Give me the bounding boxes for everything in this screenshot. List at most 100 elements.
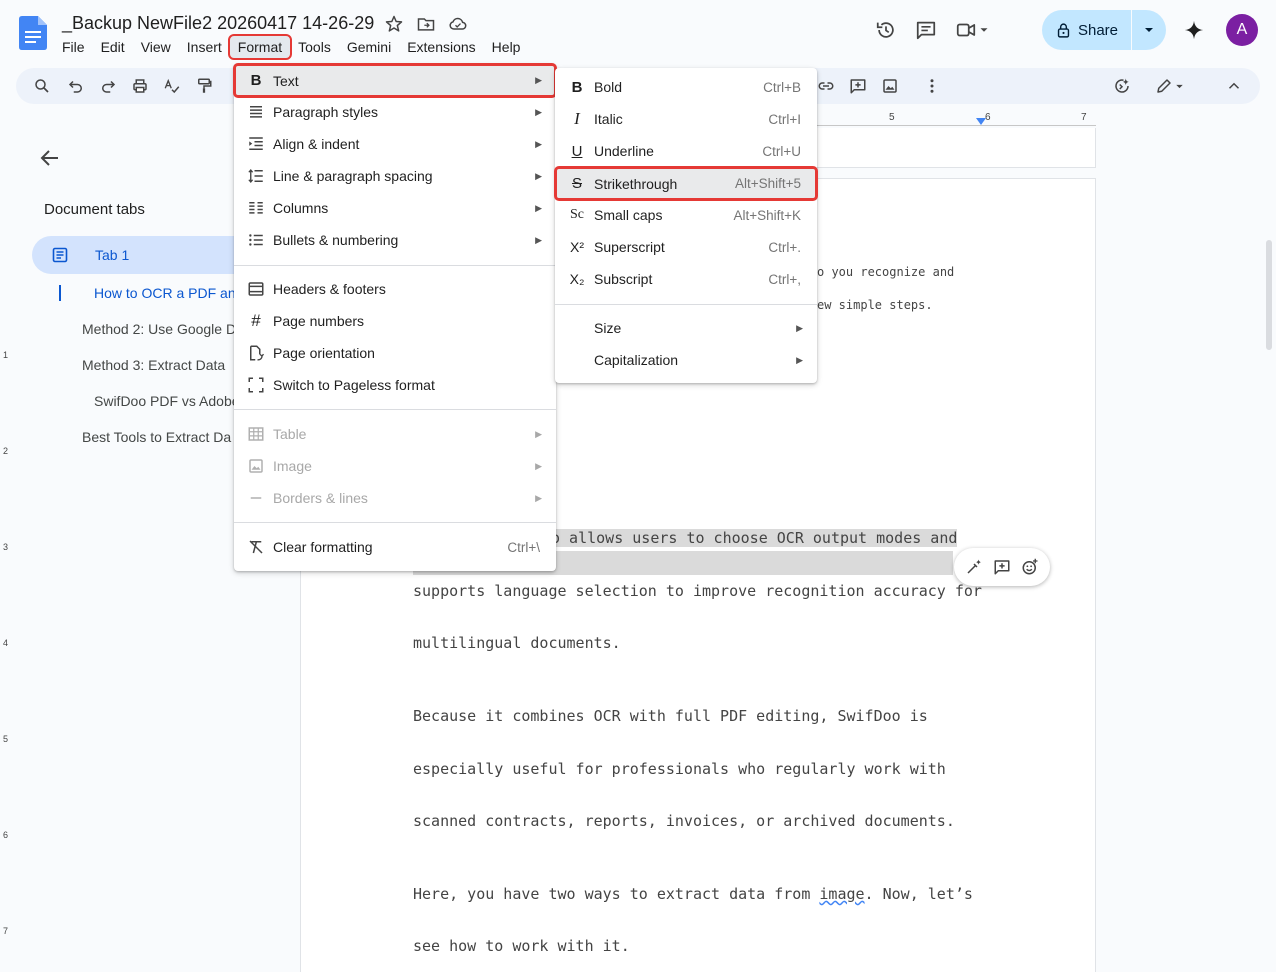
insert-image-button[interactable] [878, 74, 902, 98]
gemini-refine-button[interactable] [1110, 74, 1134, 98]
emoji-reaction-icon[interactable] [1021, 558, 1039, 576]
text-menu-italic[interactable]: I Italic Ctrl+I [555, 103, 817, 135]
text-menu-size[interactable]: Size ▶ [555, 312, 817, 344]
menu-view[interactable]: View [133, 36, 179, 58]
help-me-write-icon[interactable] [965, 558, 983, 576]
text-menu-bold[interactable]: B Bold Ctrl+B [555, 71, 817, 103]
submenu-arrow-icon: ▶ [796, 322, 803, 333]
hash-icon: # [251, 311, 261, 330]
share-label: Share [1077, 21, 1119, 39]
undo-button[interactable] [64, 74, 88, 98]
document-title[interactable]: _Backup NewFile2 20260417 14-26-29 [62, 13, 374, 34]
format-menu-pageless[interactable]: Switch to Pageless format [234, 369, 556, 401]
format-menu: B Text ▶ Paragraph styles ▶ Align & inde… [233, 63, 557, 571]
share-options-button[interactable] [1132, 10, 1166, 50]
outline-item[interactable]: SwifDoo PDF vs Adobe [94, 393, 256, 409]
back-arrow-icon[interactable] [38, 146, 62, 170]
spelling-suggestion[interactable]: image [819, 885, 864, 903]
meet-button[interactable] [946, 10, 1000, 50]
spelling-check-button[interactable] [160, 74, 184, 98]
paint-format-icon [198, 78, 212, 93]
outline-item[interactable]: How to OCR a PDF and [94, 285, 256, 301]
vertical-ruler[interactable]: 1 2 3 4 5 6 7 [0, 128, 16, 972]
format-menu-bullets-numbering[interactable]: Bullets & numbering ▶ [234, 224, 556, 256]
outline-active-indicator [59, 285, 61, 301]
add-comment-icon[interactable] [993, 558, 1011, 576]
format-menu-clear-formatting[interactable]: Clear formatting Ctrl+\ [234, 531, 556, 563]
title-bar: _Backup NewFile2 20260417 14-26-29 File … [0, 0, 1276, 64]
menu-insert[interactable]: Insert [179, 36, 230, 58]
paint-format-button[interactable] [192, 74, 216, 98]
line-spacing-icon [246, 166, 266, 186]
insert-link-button[interactable] [814, 74, 838, 98]
format-menu-paragraph-styles[interactable]: Paragraph styles ▶ [234, 96, 556, 128]
shortcut-label: Ctrl+I [768, 111, 801, 127]
share-button[interactable]: Share [1042, 10, 1166, 50]
paragraph-styles-icon [246, 102, 266, 122]
text-menu-superscript[interactable]: X² Superscript Ctrl+. [555, 231, 817, 263]
hide-menus-button[interactable] [1222, 74, 1246, 98]
search-icon [35, 79, 49, 93]
add-comment-button[interactable] [846, 74, 870, 98]
move-folder-icon[interactable] [416, 14, 436, 34]
format-menu-align-indent[interactable]: Align & indent ▶ [234, 128, 556, 160]
outline-item[interactable]: Method 2: Use Google D [82, 321, 256, 337]
submenu-arrow-icon: ▶ [535, 428, 542, 439]
submenu-arrow-icon: ▶ [535, 202, 542, 213]
print-button[interactable] [128, 74, 152, 98]
ruler-mark: 7 [1081, 112, 1087, 123]
menu-bar: File Edit View Insert Format Tools Gemin… [54, 34, 529, 60]
format-menu-headers-footers[interactable]: Headers & footers [234, 273, 556, 305]
bold-icon: B [250, 72, 262, 89]
gemini-sparkle-icon [1184, 20, 1204, 40]
text-menu-capitalization[interactable]: Capitalization ▶ [555, 344, 817, 376]
more-options-button[interactable] [920, 74, 944, 98]
print-icon [133, 79, 147, 93]
redo-icon [102, 80, 116, 93]
comments-button[interactable] [906, 10, 946, 50]
menu-extensions[interactable]: Extensions [399, 36, 483, 58]
shortcut-label: Alt+Shift+5 [734, 176, 801, 191]
star-icon[interactable] [384, 14, 404, 34]
cloud-saved-icon[interactable] [448, 14, 468, 34]
menu-edit[interactable]: Edit [93, 36, 133, 58]
format-menu-line-spacing[interactable]: Line & paragraph spacing ▶ [234, 160, 556, 192]
account-avatar[interactable]: A [1226, 14, 1258, 46]
outline-item[interactable]: Best Tools to Extract Da [82, 429, 256, 445]
shortcut-label: Ctrl+, [768, 271, 801, 287]
gemini-button[interactable] [1174, 10, 1214, 50]
editing-mode-button[interactable] [1150, 74, 1190, 98]
image-icon [883, 79, 897, 93]
version-history-button[interactable] [866, 10, 906, 50]
menu-gemini[interactable]: Gemini [339, 36, 399, 58]
format-menu-columns[interactable]: Columns ▶ [234, 192, 556, 224]
format-menu-page-orientation[interactable]: Page orientation [234, 337, 556, 369]
body-text: ew simple steps. [817, 298, 933, 312]
menu-file[interactable]: File [54, 36, 93, 58]
format-menu-page-numbers[interactable]: # Page numbers [234, 305, 556, 337]
text-menu-subscript[interactable]: X₂ Subscript Ctrl+, [555, 263, 817, 295]
format-menu-table: Table ▶ [234, 418, 556, 450]
docs-logo-icon[interactable] [19, 16, 47, 50]
headers-footers-icon [246, 279, 266, 299]
document-tab-icon [52, 247, 68, 263]
menu-help[interactable]: Help [484, 36, 529, 58]
redo-button[interactable] [96, 74, 120, 98]
menu-format[interactable]: Format [227, 34, 293, 60]
vruler-mark: 7 [3, 926, 9, 936]
menu-separator [234, 265, 556, 266]
format-menu-text[interactable]: B Text ▶ [233, 63, 557, 98]
outline-item[interactable]: Method 3: Extract Data [82, 357, 256, 373]
vertical-scrollbar[interactable] [1266, 240, 1272, 350]
clear-formatting-icon [246, 537, 266, 557]
format-menu-image: Image ▶ [234, 450, 556, 482]
text-menu-underline[interactable]: U Underline Ctrl+U [555, 135, 817, 167]
menu-tools[interactable]: Tools [290, 36, 339, 58]
shortcut-label: Ctrl+\ [507, 539, 540, 555]
search-menus-button[interactable] [30, 74, 54, 98]
spellcheck-icon [164, 78, 180, 94]
text-menu-strikethrough[interactable]: S Strikethrough Alt+Shift+5 [554, 166, 818, 201]
text-menu-small-caps[interactable]: Sc Small caps Alt+Shift+K [555, 199, 817, 231]
subscript-icon: X₂ [569, 271, 585, 287]
submenu-arrow-icon: ▶ [535, 170, 542, 181]
